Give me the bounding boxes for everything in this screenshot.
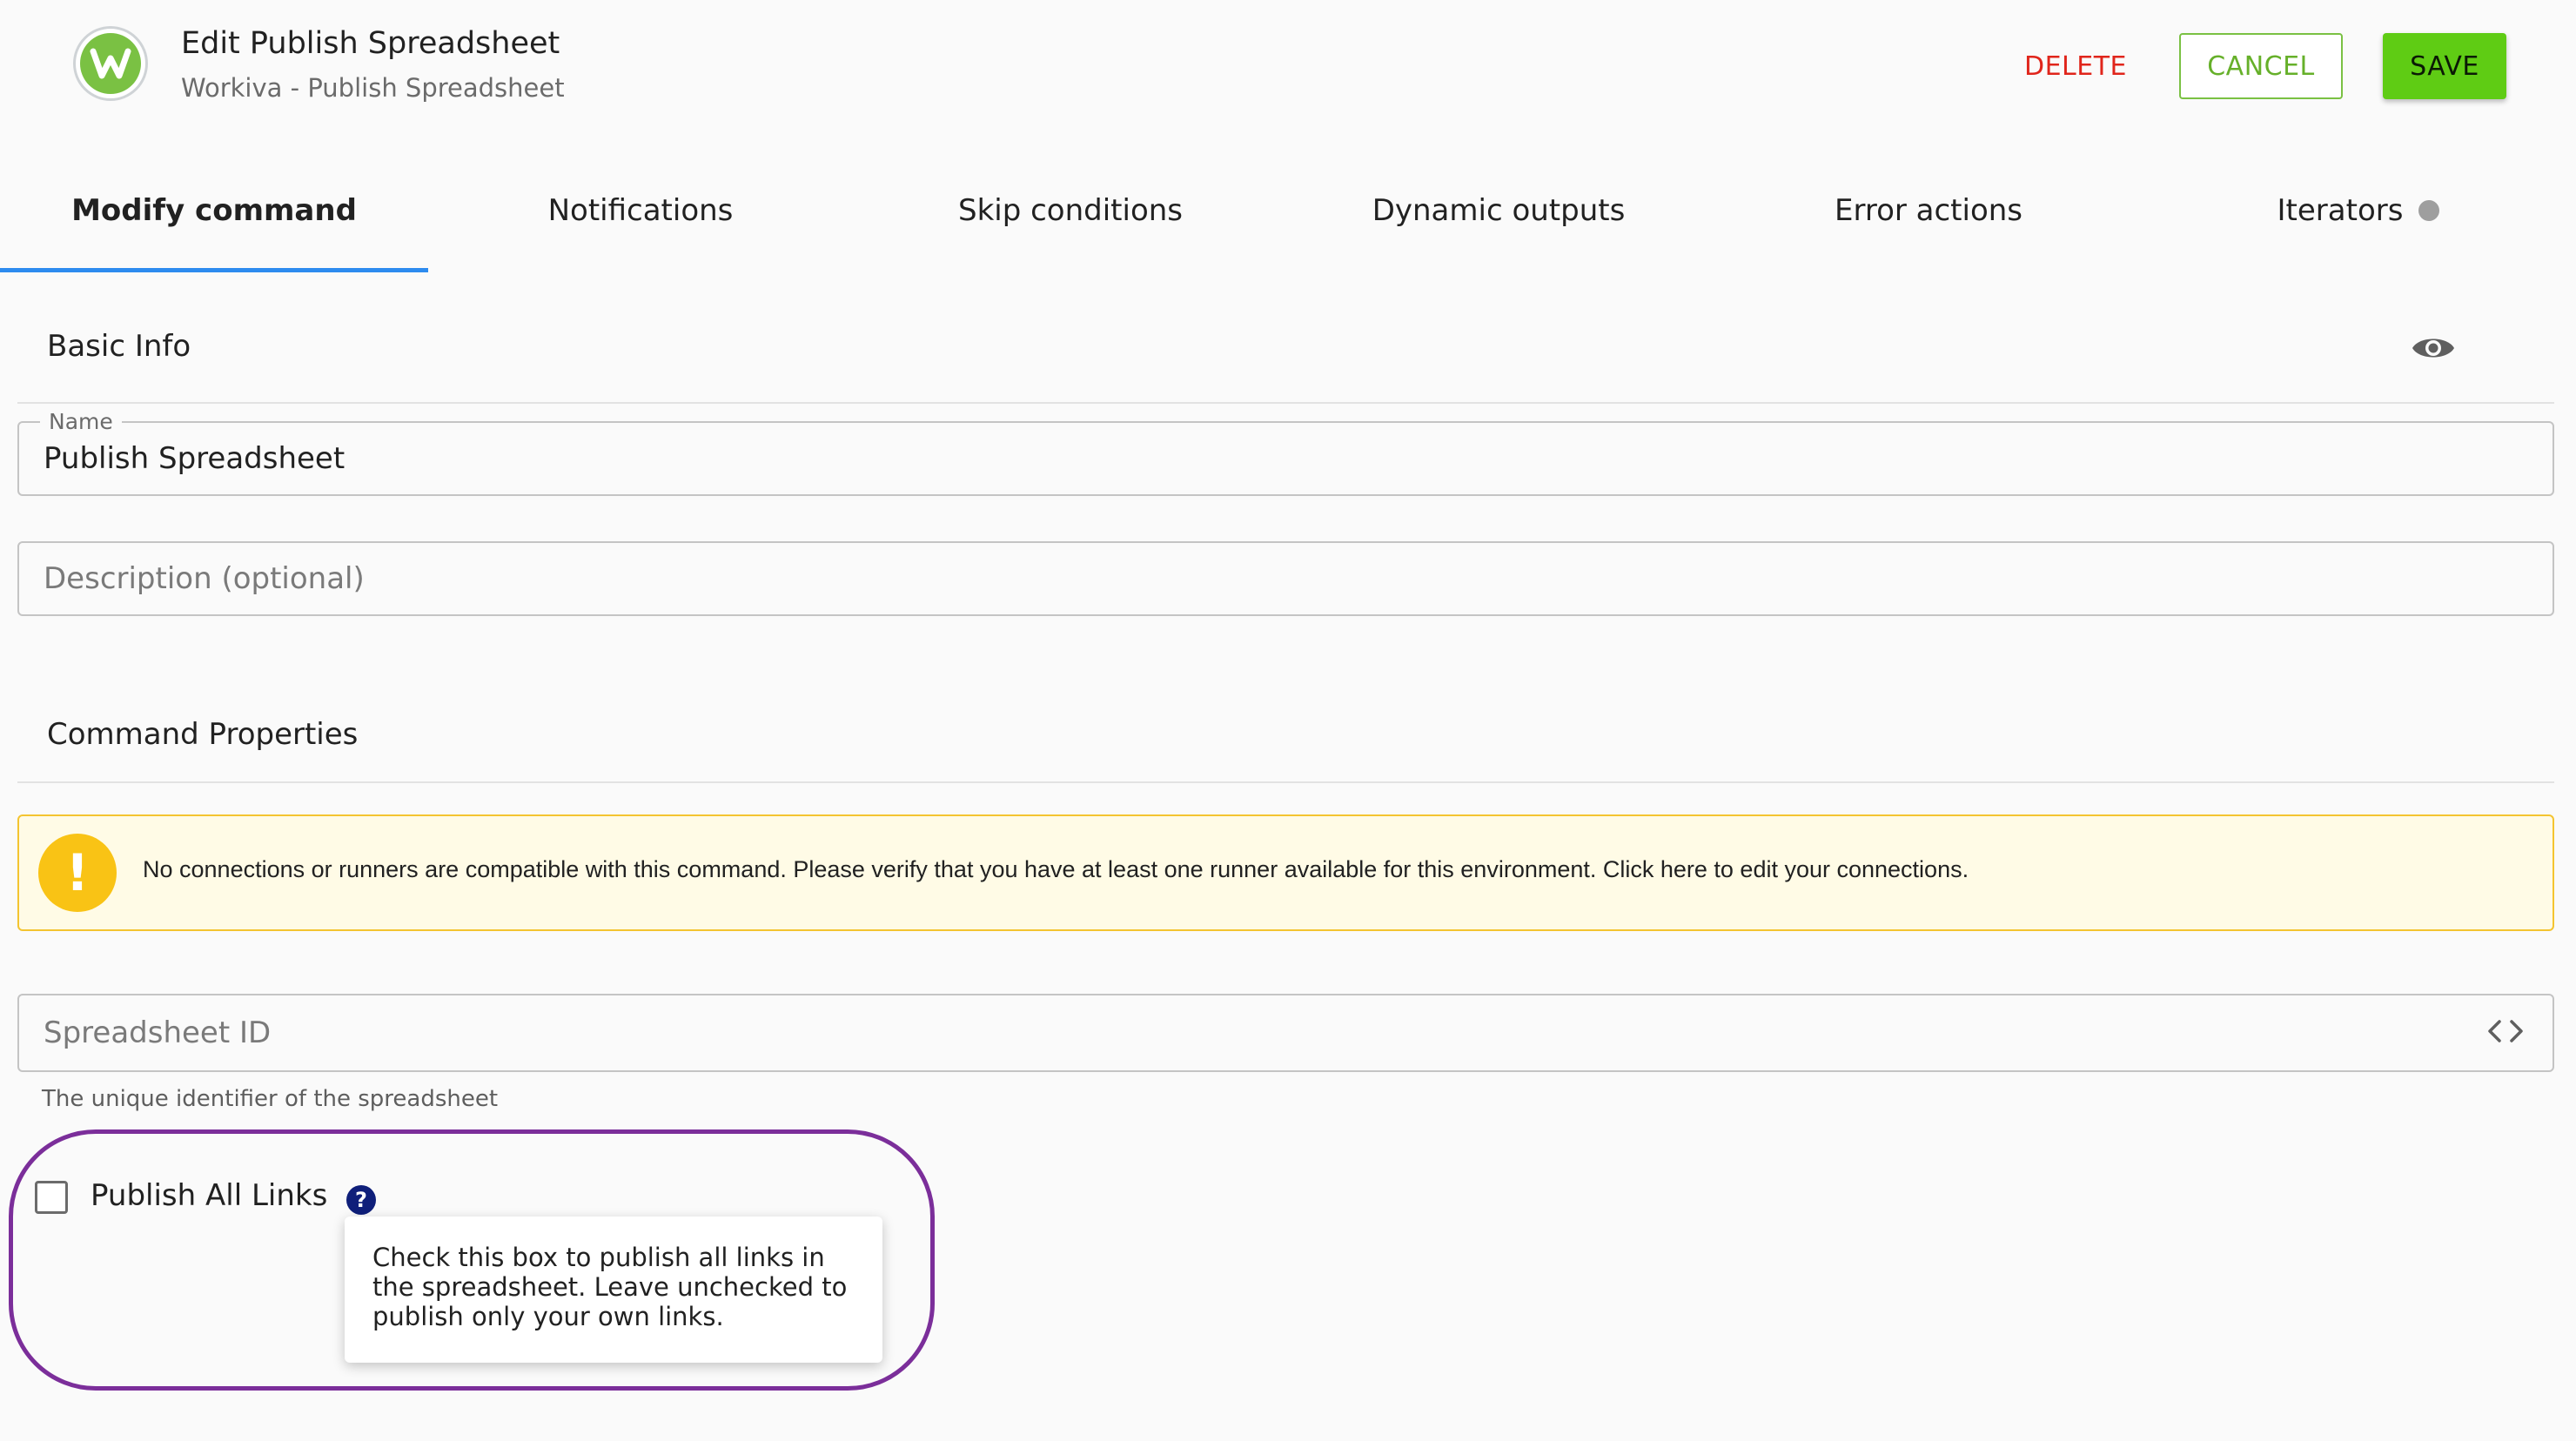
cancel-button[interactable]: CANCEL: [2179, 33, 2343, 99]
tab-label: Iterators: [2277, 193, 2404, 228]
name-input[interactable]: [44, 423, 2480, 494]
tab-bar: Modify command Notifications Skip condit…: [0, 148, 2576, 273]
tab-label: Dynamic outputs: [1372, 193, 1626, 228]
code-brackets-icon[interactable]: [2485, 1016, 2526, 1046]
tab-label: Error actions: [1834, 193, 2023, 228]
page-subtitle: Workiva - Publish Spreadsheet: [181, 73, 565, 103]
workiva-logo-icon: [73, 26, 148, 101]
description-field: [17, 541, 2554, 616]
header: Edit Publish Spreadsheet Workiva - Publi…: [0, 0, 2576, 131]
description-input[interactable]: [44, 543, 2480, 614]
warning-icon: !: [38, 834, 117, 912]
status-dot-icon: [2418, 200, 2440, 221]
warning-banner[interactable]: ! No connections or runners are compatib…: [17, 814, 2554, 931]
tooltip: Check this box to publish all links in t…: [345, 1216, 882, 1363]
section-title-command-properties: Command Properties: [47, 717, 359, 752]
active-tab-indicator: [0, 268, 428, 272]
tab-error-actions[interactable]: Error actions: [1714, 148, 2143, 273]
tab-iterators[interactable]: Iterators: [2144, 148, 2573, 273]
spreadsheet-id-field: [17, 994, 2554, 1072]
publish-all-links-label[interactable]: Publish All Links: [91, 1178, 327, 1213]
tab-modify-command[interactable]: Modify command: [0, 148, 428, 273]
name-field: Name: [17, 409, 2554, 496]
tab-label: Modify command: [71, 193, 357, 228]
tab-label: Skip conditions: [957, 193, 1184, 228]
page-title: Edit Publish Spreadsheet: [181, 26, 560, 61]
publish-all-links-checkbox[interactable]: [35, 1181, 68, 1214]
divider: [17, 781, 2554, 783]
save-button[interactable]: SAVE: [2383, 33, 2506, 99]
tab-dynamic-outputs[interactable]: Dynamic outputs: [1285, 148, 1713, 273]
tab-notifications[interactable]: Notifications: [426, 148, 855, 273]
warning-text: No connections or runners are compatible…: [143, 856, 1969, 882]
tab-skip-conditions[interactable]: Skip conditions: [856, 148, 1285, 273]
eye-icon[interactable]: [2411, 331, 2456, 365]
section-title-basic-info: Basic Info: [47, 329, 191, 364]
delete-button[interactable]: DELETE: [2002, 33, 2150, 99]
spreadsheet-id-helper: The unique identifier of the spreadsheet: [42, 1086, 499, 1112]
spreadsheet-id-input[interactable]: [44, 995, 2480, 1070]
help-icon[interactable]: ?: [346, 1185, 376, 1215]
tab-label: Notifications: [547, 193, 734, 228]
divider: [17, 402, 2554, 404]
